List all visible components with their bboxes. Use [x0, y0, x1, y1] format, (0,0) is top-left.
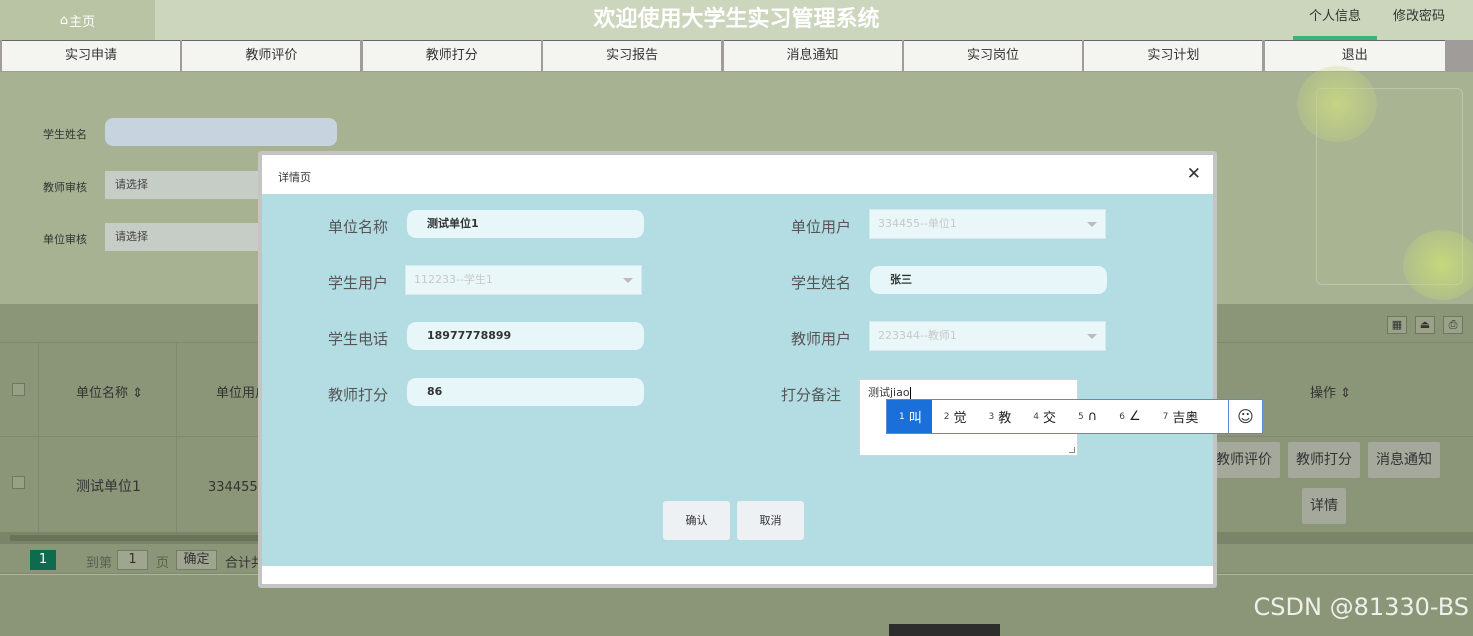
- ime-candidate[interactable]: 1叫: [887, 400, 932, 433]
- student-name-label: 学生姓名: [790, 274, 851, 292]
- column-header-actions: 操作 ⇕: [1310, 386, 1352, 401]
- ime-candidate[interactable]: 4交: [1021, 400, 1066, 433]
- score-note-label: 打分备注: [780, 386, 841, 404]
- modal-header: 详情页 ✕: [262, 155, 1213, 194]
- student-user-value: 112233--学生1: [414, 273, 493, 286]
- menu-item-logout[interactable]: 退出: [1264, 40, 1445, 71]
- teacher-user-value: 223344--教师1: [878, 329, 957, 342]
- student-name-search-input[interactable]: [105, 118, 337, 146]
- notification-button[interactable]: 消息通知: [1368, 442, 1440, 478]
- ime-candidate[interactable]: 7 吉奥: [1151, 400, 1209, 433]
- unit-review-select[interactable]: 请选择: [105, 223, 265, 251]
- sort-icon: ⇕: [1340, 386, 1352, 401]
- page-number-input[interactable]: 1: [117, 550, 148, 570]
- home-label: 主页: [69, 14, 96, 30]
- teacher-score-field[interactable]: 86: [407, 378, 644, 406]
- chevron-down-icon: [623, 278, 633, 283]
- decorative-glow: [1297, 66, 1377, 142]
- modal-form: 单位名称 测试单位1 学生用户 112233--学生1 学生电话 1897777…: [262, 194, 1213, 566]
- profile-link[interactable]: 个人信息: [1292, 0, 1377, 40]
- table-tools: ▦ ⏏ ⎙: [1387, 316, 1463, 334]
- ime-candidate[interactable]: 3教: [977, 400, 1022, 433]
- unit-name-field[interactable]: 测试单位1: [407, 210, 644, 238]
- unit-name-label: 单位名称: [327, 218, 388, 236]
- column-header-unit-name[interactable]: 单位名称 ⇕: [76, 382, 143, 401]
- chevron-down-icon: [1087, 334, 1097, 339]
- page-suffix: 页: [156, 556, 170, 571]
- home-link[interactable]: ⌂ 主页: [0, 0, 155, 40]
- unit-review-label: 单位审核: [43, 233, 87, 246]
- watermark: CSDN @81330-BS: [1253, 593, 1469, 621]
- teacher-user-select[interactable]: 223344--教师1: [869, 321, 1106, 351]
- select-all-checkbox[interactable]: [12, 383, 25, 396]
- text-caret: [909, 387, 911, 399]
- ime-candidate-bar: 1叫 2觉 3教 4交 5 ∩ 6 ∠ 7 吉奥 ☺: [886, 399, 1263, 434]
- goto-label: 到第: [86, 556, 113, 571]
- column-divider: [38, 342, 39, 532]
- score-note-value: 测试jiao: [868, 386, 910, 399]
- menu-item-teacher-evaluation[interactable]: 教师评价: [182, 40, 361, 71]
- scrollbar-thumb[interactable]: [10, 535, 260, 541]
- emoji-icon[interactable]: ☺: [1228, 400, 1262, 433]
- resize-handle-icon[interactable]: [1069, 447, 1075, 453]
- detail-modal: 详情页 ✕ 单位名称 测试单位1 学生用户 112233--学生1 学生电话 1…: [258, 151, 1217, 588]
- decorative-glow: [1403, 230, 1473, 300]
- menu-item-internship-report[interactable]: 实习报告: [543, 40, 722, 71]
- student-user-select[interactable]: 112233--学生1: [405, 265, 642, 295]
- top-header: ⌂ 主页 欢迎使用大学生实习管理系统 个人信息 修改密码: [0, 0, 1473, 40]
- teacher-review-select[interactable]: 请选择: [105, 171, 265, 199]
- print-icon[interactable]: ⎙: [1443, 316, 1463, 334]
- student-phone-label: 学生电话: [327, 330, 388, 348]
- confirm-button[interactable]: 确认: [663, 501, 730, 540]
- student-name-field[interactable]: 张三: [870, 266, 1107, 294]
- teacher-evaluation-button[interactable]: 教师评价: [1208, 442, 1280, 478]
- ime-candidate[interactable]: 6 ∠: [1107, 400, 1150, 433]
- goto-confirm-button[interactable]: 确定: [176, 550, 217, 570]
- chevron-down-icon: [1087, 222, 1097, 227]
- teacher-score-label: 教师打分: [327, 386, 388, 404]
- cancel-button[interactable]: 取消: [737, 501, 804, 540]
- modal-content: 详情页 ✕ 单位名称 测试单位1 学生用户 112233--学生1 学生电话 1…: [262, 155, 1213, 584]
- close-icon[interactable]: ✕: [1187, 164, 1201, 184]
- menu-item-internship-plan[interactable]: 实习计划: [1084, 40, 1263, 71]
- change-password-link[interactable]: 修改密码: [1377, 0, 1461, 40]
- columns-icon[interactable]: ▦: [1387, 316, 1407, 334]
- teacher-review-label: 教师审核: [43, 181, 87, 194]
- site-title: 欢迎使用大学生实习管理系统: [593, 7, 880, 32]
- menu-item-internship-posts[interactable]: 实习岗位: [903, 40, 1082, 71]
- export-icon[interactable]: ⏏: [1415, 316, 1435, 334]
- teacher-user-label: 教师用户: [790, 330, 851, 348]
- teacher-scoring-button[interactable]: 教师打分: [1288, 442, 1360, 478]
- main-menu: 实习申请 教师评价 教师打分 实习报告 消息通知 实习岗位 实习计划 退出: [0, 40, 1473, 72]
- detail-button[interactable]: 详情: [1302, 488, 1346, 524]
- sort-icon: ⇕: [132, 386, 144, 401]
- menu-item-teacher-scoring[interactable]: 教师打分: [362, 40, 541, 71]
- ime-candidate[interactable]: 5 ∩: [1066, 400, 1107, 433]
- modal-title: 详情页: [278, 171, 311, 184]
- unit-user-label: 单位用户: [790, 218, 851, 236]
- taskbar-fragment: [889, 624, 1000, 636]
- user-links: 个人信息 修改密码: [1292, 0, 1461, 40]
- unit-user-value: 334455--单位1: [878, 217, 957, 230]
- student-phone-field[interactable]: 18977778899: [407, 322, 644, 350]
- menu-item-internship-apply[interactable]: 实习申请: [2, 40, 180, 71]
- cell-unit-name: 测试单位1: [76, 479, 141, 495]
- menu-item-notifications[interactable]: 消息通知: [723, 40, 902, 71]
- column-divider: [176, 342, 177, 532]
- unit-user-select[interactable]: 334455--单位1: [869, 209, 1106, 239]
- student-name-label: 学生姓名: [43, 128, 87, 141]
- current-page[interactable]: 1: [30, 550, 56, 570]
- ime-candidate[interactable]: 2觉: [932, 400, 977, 433]
- home-icon: ⌂: [59, 12, 69, 28]
- student-user-label: 学生用户: [327, 274, 388, 292]
- row-checkbox[interactable]: [12, 476, 25, 489]
